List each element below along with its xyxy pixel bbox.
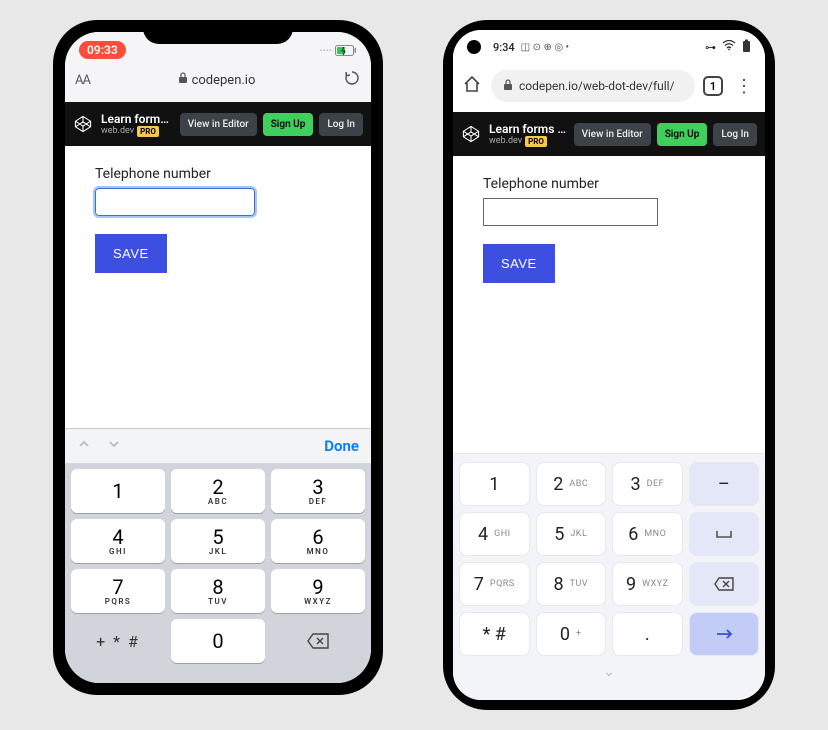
- lock-icon: [178, 72, 188, 88]
- text-size-button[interactable]: AA: [75, 73, 90, 88]
- notif-icons: ◫ ⊙ ⊕ ◎ •: [521, 42, 569, 53]
- key-symbols[interactable]: + * #: [71, 619, 165, 663]
- iphone-device: 09:33 ···· AA codepen.io: [53, 20, 383, 695]
- url-text: codepen.io/web-dot-dev/full/: [519, 79, 675, 93]
- key-period[interactable]: .: [612, 612, 683, 656]
- pen-title: Learn forms – virt...: [489, 122, 568, 136]
- codepen-header: Learn forms – virt... web.dev PRO View i…: [65, 102, 371, 146]
- key-5[interactable]: 5JKL: [536, 512, 607, 556]
- key-dash[interactable]: –: [689, 462, 760, 506]
- chrome-url-bar: codepen.io/web-dot-dev/full/ 1 ⋮: [453, 64, 765, 112]
- android-statusbar: 9:34 ◫ ⊙ ⊕ ◎ • ⊶: [453, 30, 765, 64]
- ios-keyboard: Done 1 2ABC 3DEF 4GHI 5JKL 6MNO 7PQRS 8T…: [65, 428, 371, 683]
- login-button[interactable]: Log In: [713, 123, 757, 146]
- save-button[interactable]: SAVE: [95, 234, 167, 273]
- login-button[interactable]: Log In: [319, 113, 363, 136]
- key-backspace[interactable]: [271, 619, 365, 663]
- key-2[interactable]: 2ABC: [536, 462, 607, 506]
- pro-badge: PRO: [137, 126, 159, 137]
- signup-button[interactable]: Sign Up: [657, 123, 708, 146]
- ios-time-pill: 09:33: [79, 41, 126, 59]
- battery-icon: [742, 39, 751, 56]
- key-8[interactable]: 8TUV: [171, 569, 265, 613]
- url-pill[interactable]: codepen.io/web-dot-dev/full/: [491, 70, 695, 102]
- key-9[interactable]: 9WXYZ: [612, 562, 683, 606]
- lock-icon: [503, 79, 513, 94]
- pen-title: Learn forms – virt...: [101, 112, 174, 126]
- keyboard-drag-handle-icon[interactable]: ⌄: [459, 656, 759, 680]
- url-text: codepen.io: [192, 73, 256, 88]
- camera-punch-hole: [467, 40, 481, 54]
- key-5[interactable]: 5JKL: [171, 519, 265, 563]
- url-display[interactable]: codepen.io: [100, 72, 333, 88]
- pro-badge: PRO: [525, 136, 547, 147]
- key-3[interactable]: 3DEF: [612, 462, 683, 506]
- telephone-label: Telephone number: [95, 166, 341, 182]
- codepen-logo-icon: [73, 114, 93, 134]
- signup-button[interactable]: Sign Up: [263, 113, 314, 136]
- keyboard-toolbar: Done: [65, 428, 371, 463]
- key-enter[interactable]: [689, 612, 760, 656]
- key-3[interactable]: 3DEF: [271, 469, 365, 513]
- telephone-input[interactable]: [483, 198, 658, 226]
- reload-icon[interactable]: [343, 69, 361, 91]
- key-0[interactable]: 0+: [536, 612, 607, 656]
- android-time: 9:34: [493, 41, 515, 54]
- pen-author: web.dev: [489, 136, 522, 146]
- key-star-hash[interactable]: * #: [459, 612, 530, 656]
- key-0[interactable]: 0: [171, 619, 265, 663]
- android-keyboard: 1 2ABC 3DEF – 4GHI 5JKL 6MNO 7PQRS 8TUV …: [453, 453, 765, 700]
- menu-kebab-icon[interactable]: ⋮: [731, 76, 757, 97]
- prev-field-icon[interactable]: [77, 437, 91, 455]
- key-1[interactable]: 1: [71, 469, 165, 513]
- key-backspace[interactable]: [689, 562, 760, 606]
- save-button[interactable]: SAVE: [483, 244, 555, 283]
- key-2[interactable]: 2ABC: [171, 469, 265, 513]
- vpn-icon: ⊶: [705, 41, 716, 54]
- key-6[interactable]: 6MNO: [612, 512, 683, 556]
- key-4[interactable]: 4GHI: [71, 519, 165, 563]
- telephone-input[interactable]: [95, 188, 255, 216]
- key-8[interactable]: 8TUV: [536, 562, 607, 606]
- codepen-header: Learn forms – virt... web.dev PRO View i…: [453, 112, 765, 156]
- key-9[interactable]: 9WXYZ: [271, 569, 365, 613]
- keypad-grid: 1 2ABC 3DEF – 4GHI 5JKL 6MNO 7PQRS 8TUV …: [459, 462, 759, 656]
- key-7[interactable]: 7PQRS: [71, 569, 165, 613]
- key-space[interactable]: [689, 512, 760, 556]
- safari-url-bar: AA codepen.io: [65, 62, 371, 102]
- iphone-notch: [143, 20, 293, 44]
- home-icon[interactable]: [461, 74, 483, 98]
- key-4[interactable]: 4GHI: [459, 512, 530, 556]
- keypad-grid: 1 2ABC 3DEF 4GHI 5JKL 6MNO 7PQRS 8TUV 9W…: [65, 463, 371, 669]
- codepen-logo-icon: [461, 124, 481, 144]
- page-content: Telephone number SAVE: [453, 156, 765, 453]
- pen-author: web.dev: [101, 126, 134, 136]
- iphone-screen: 09:33 ···· AA codepen.io: [65, 32, 371, 683]
- telephone-label: Telephone number: [483, 176, 735, 192]
- battery-icon: ····: [320, 44, 357, 57]
- key-6[interactable]: 6MNO: [271, 519, 365, 563]
- key-1[interactable]: 1: [459, 462, 530, 506]
- view-in-editor-button[interactable]: View in Editor: [180, 113, 257, 136]
- view-in-editor-button[interactable]: View in Editor: [574, 123, 651, 146]
- key-7[interactable]: 7PQRS: [459, 562, 530, 606]
- page-content: Telephone number SAVE: [65, 146, 371, 428]
- status-icons-right: ⊶: [705, 39, 751, 56]
- tab-count-button[interactable]: 1: [703, 76, 723, 96]
- keyboard-done-button[interactable]: Done: [324, 437, 359, 455]
- android-device: 9:34 ◫ ⊙ ⊕ ◎ • ⊶ codepen.io: [443, 20, 775, 710]
- next-field-icon[interactable]: [107, 437, 121, 455]
- android-screen: 9:34 ◫ ⊙ ⊕ ◎ • ⊶ codepen.io: [453, 30, 765, 700]
- wifi-icon: [722, 40, 736, 54]
